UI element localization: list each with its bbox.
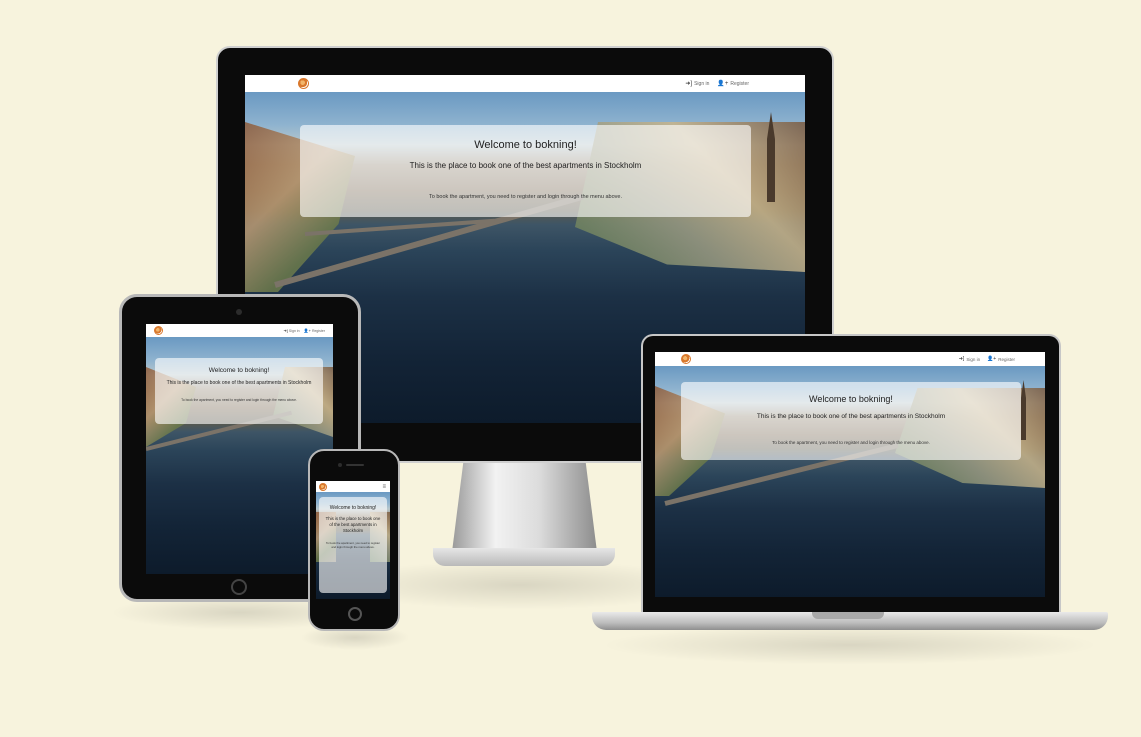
welcome-panel: Welcome to bokning! This is the place to…: [300, 125, 751, 217]
welcome-title: Welcome to bokning!: [208, 367, 270, 374]
imac-stand-base: [433, 548, 615, 566]
laptop-device: ➜] Sign in 👤+ Register Welcome to boknin…: [641, 334, 1061, 616]
tablet-screen: ➜] Sign in 👤+ Register Welcome to boknin…: [146, 324, 333, 574]
welcome-instruction: To book the apartment, you need to regis…: [429, 194, 622, 200]
sign-in-icon: ➜]: [283, 328, 288, 333]
site-logo[interactable]: [298, 78, 309, 89]
phone-home-button[interactable]: [348, 607, 362, 621]
imac-stand-neck: [452, 460, 597, 552]
sign-in-icon: ➜]: [958, 356, 965, 362]
welcome-title: Welcome to bokning!: [474, 139, 577, 151]
welcome-instruction: To book the apartment, you need to regis…: [325, 541, 381, 549]
phone-camera: [338, 463, 342, 467]
laptop-screen: ➜] Sign in 👤+ Register Welcome to boknin…: [655, 352, 1045, 597]
register-link[interactable]: 👤+ Register: [304, 328, 325, 333]
welcome-title: Welcome to bokning!: [329, 505, 377, 511]
hamburger-icon[interactable]: ≡: [382, 484, 386, 490]
tablet-home-button[interactable]: [231, 579, 247, 595]
welcome-instruction: To book the apartment, you need to regis…: [181, 398, 297, 403]
laptop-hinge-notch: [812, 612, 884, 619]
user-plus-icon: 👤+: [987, 356, 997, 362]
sign-in-link[interactable]: ➜] Sign in: [283, 328, 299, 333]
tablet-camera: [236, 309, 242, 315]
sign-in-link[interactable]: ➜] Sign in: [959, 356, 980, 362]
phone-device: ≡ Welcome to bokning! This is the place …: [308, 449, 400, 631]
welcome-subtitle: This is the place to book one of the bes…: [166, 380, 312, 386]
sign-in-link[interactable]: ➜] Sign in: [685, 80, 709, 88]
site-logo[interactable]: [154, 326, 163, 335]
welcome-subtitle: This is the place to book one of the bes…: [756, 413, 946, 420]
navbar: ➜] Sign in 👤+ Register: [655, 352, 1045, 367]
site-logo[interactable]: [319, 482, 327, 491]
welcome-panel: Welcome to bokning! This is the place to…: [681, 382, 1021, 460]
welcome-instruction: To book the apartment, you need to regis…: [772, 440, 930, 445]
welcome-subtitle: This is the place to book one of the bes…: [325, 516, 381, 534]
welcome-subtitle: This is the place to book one of the bes…: [409, 161, 642, 170]
register-link[interactable]: 👤+ Register: [987, 356, 1015, 362]
phone-speaker: [346, 464, 364, 466]
welcome-panel: Welcome to bokning! This is the place to…: [155, 358, 323, 424]
navbar: ➜] Sign in 👤+ Register: [146, 324, 333, 338]
user-plus-icon: 👤+: [303, 328, 311, 333]
register-link[interactable]: 👤+ Register: [717, 80, 749, 88]
site-logo[interactable]: [681, 354, 691, 364]
welcome-panel: Welcome to bokning! This is the place to…: [319, 497, 387, 593]
sign-in-icon: ➜]: [685, 81, 693, 87]
phone-screen: ≡ Welcome to bokning! This is the place …: [316, 481, 390, 599]
welcome-title: Welcome to bokning!: [809, 394, 893, 404]
navbar: ➜] Sign in 👤+ Register: [245, 75, 805, 93]
user-plus-icon: 👤+: [717, 81, 729, 87]
